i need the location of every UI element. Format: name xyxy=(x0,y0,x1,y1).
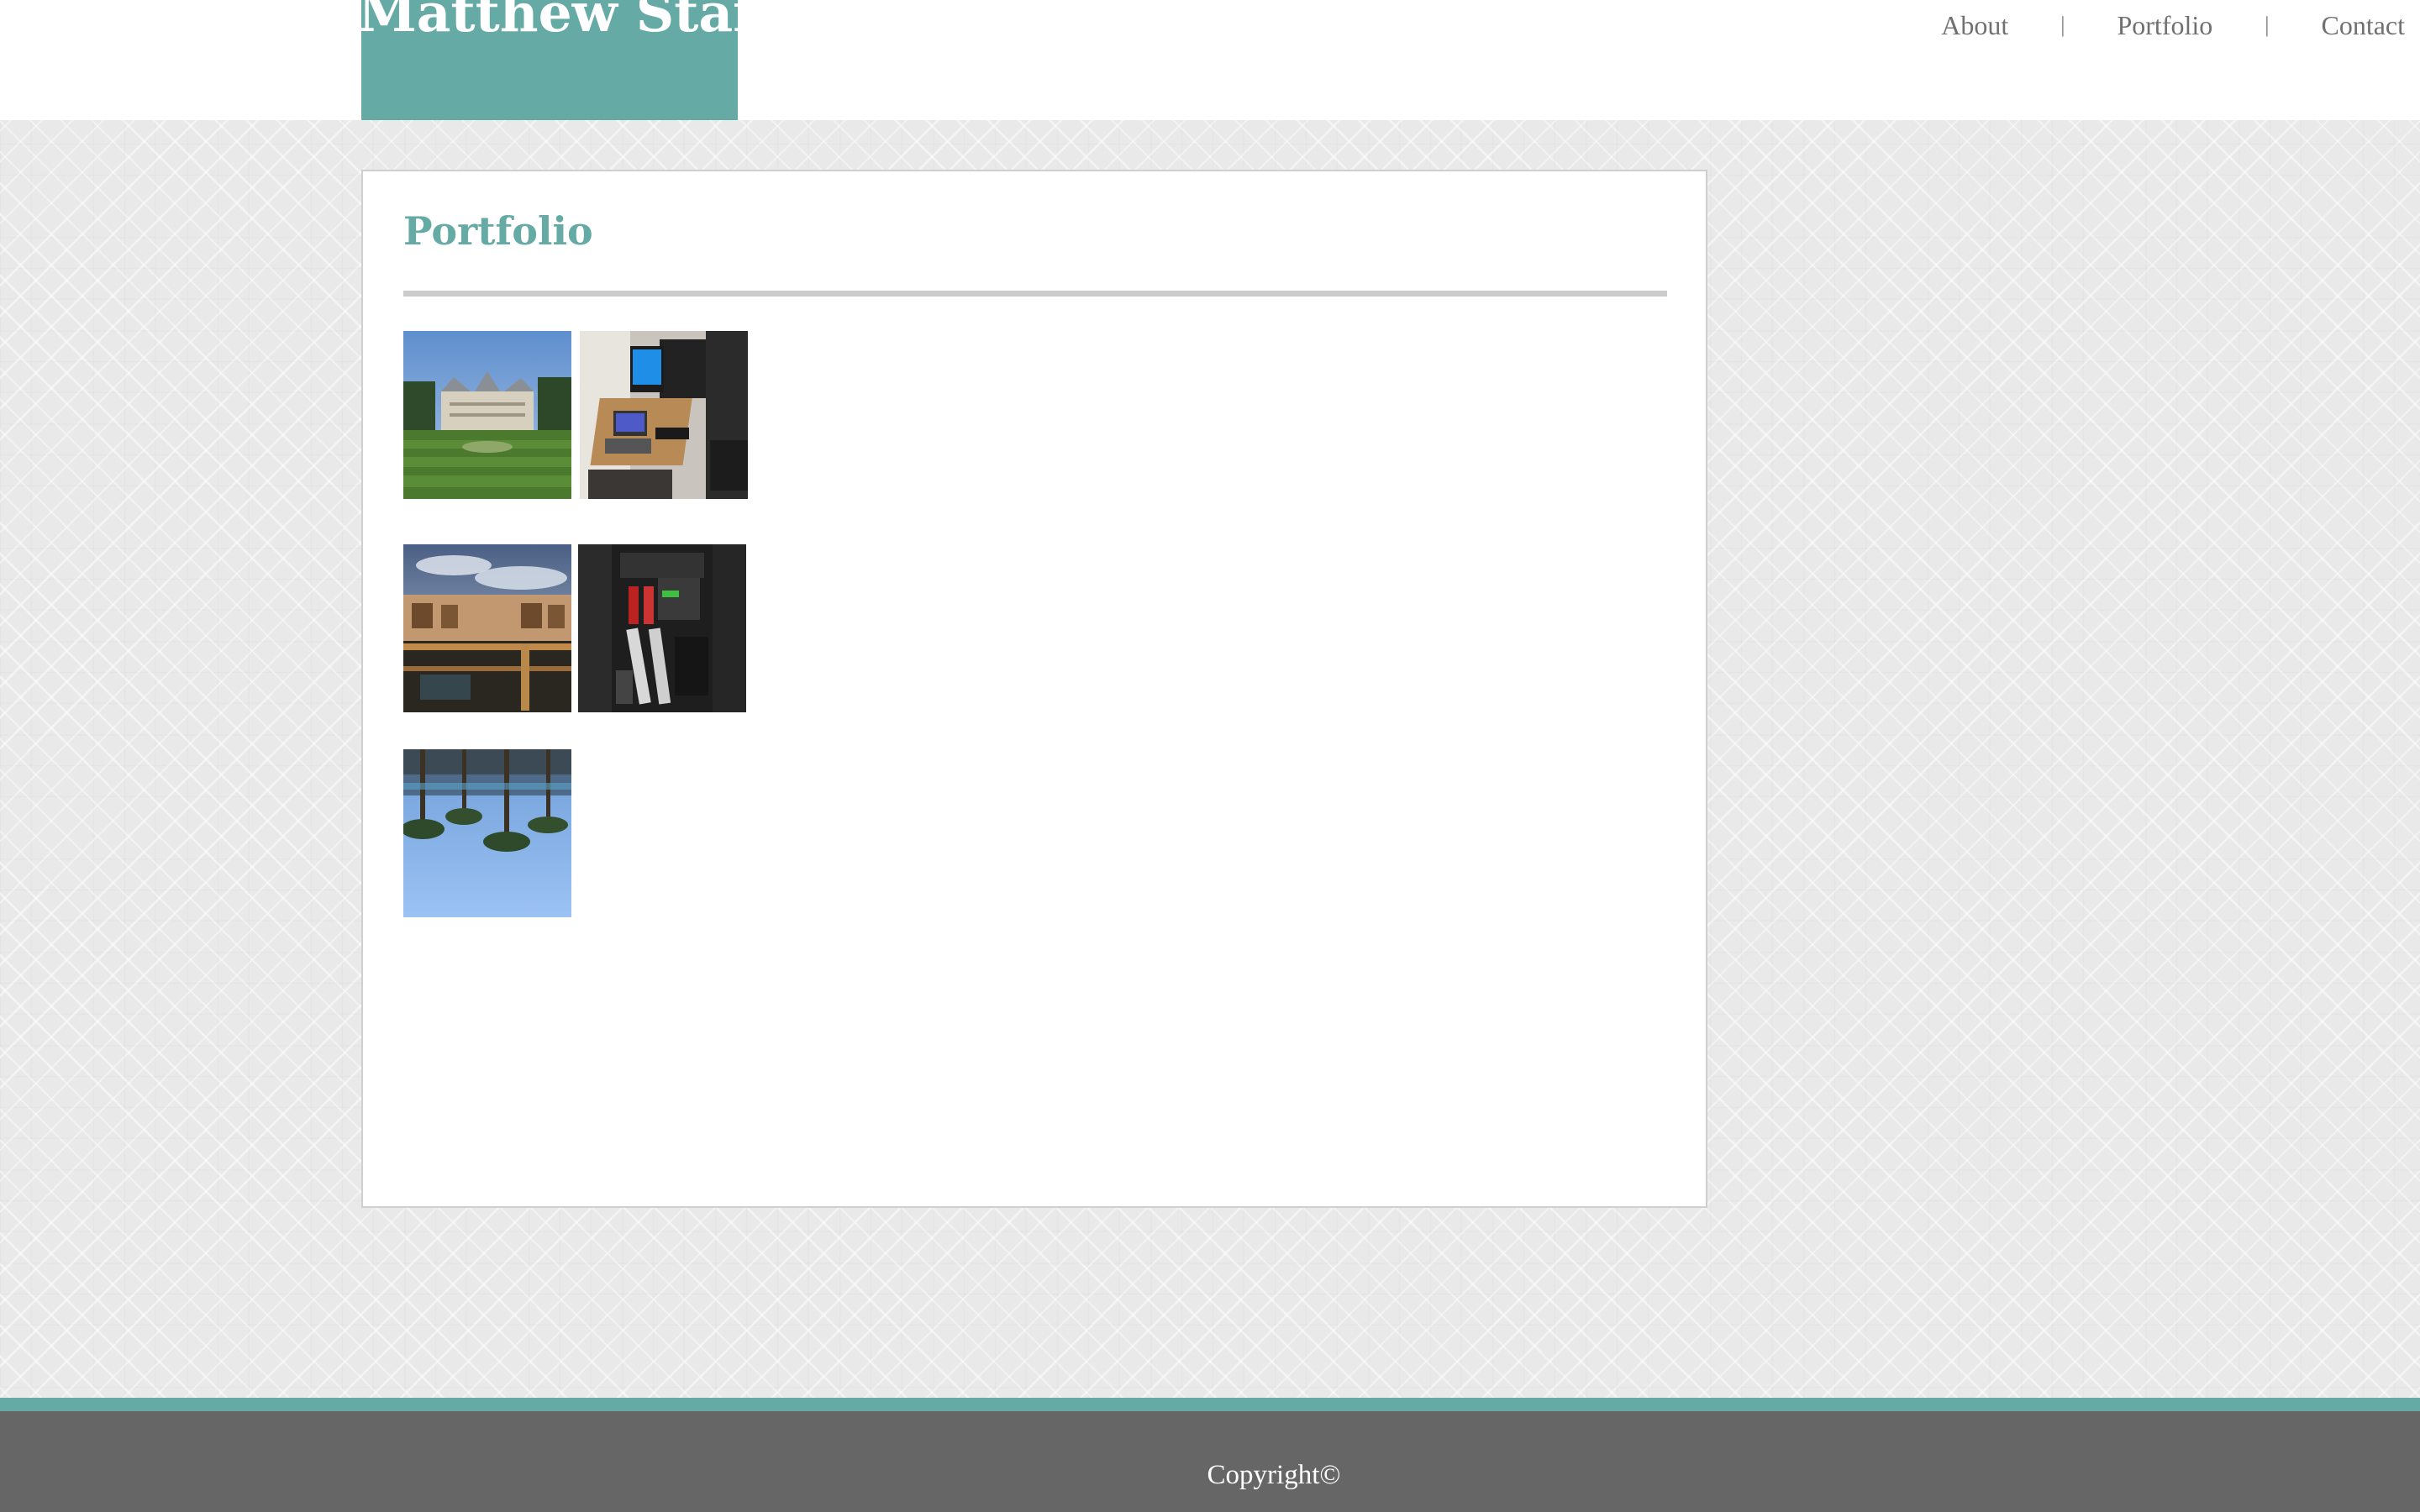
nav-link-contact[interactable]: Contact xyxy=(2321,10,2405,41)
footer-accent-bar xyxy=(0,1398,2420,1411)
nav-separator: | xyxy=(2265,13,2270,37)
portfolio-thumb-pc[interactable] xyxy=(578,544,746,712)
copyright-text: Copyright© xyxy=(1207,1460,1341,1490)
site-header: Matthew Starr About | Portfolio | Contac… xyxy=(0,0,2420,120)
logo-block[interactable]: Matthew Starr xyxy=(361,0,738,120)
site-title[interactable]: Matthew Starr xyxy=(361,0,738,44)
main-nav: About | Portfolio | Contact xyxy=(1941,7,2405,44)
portfolio-thumb-palms[interactable] xyxy=(403,749,571,917)
portfolio-panel: Portfolio xyxy=(361,170,1707,1208)
nav-separator: | xyxy=(2060,13,2065,37)
mall-interior-photo xyxy=(403,544,571,712)
upside-down-palm-trees-photo xyxy=(403,749,571,917)
computer-desk-photo xyxy=(580,331,748,499)
nav-link-about[interactable]: About xyxy=(1941,10,2008,41)
mansion-lawn-photo xyxy=(403,331,571,499)
pc-internals-photo xyxy=(578,544,746,712)
portfolio-thumb-desk[interactable] xyxy=(580,331,748,499)
portfolio-thumb-mall[interactable] xyxy=(403,544,571,712)
title-divider xyxy=(403,291,1667,297)
page-title: Portfolio xyxy=(403,208,593,254)
portfolio-thumb-mansion[interactable] xyxy=(403,331,571,499)
nav-link-portfolio[interactable]: Portfolio xyxy=(2117,10,2212,41)
